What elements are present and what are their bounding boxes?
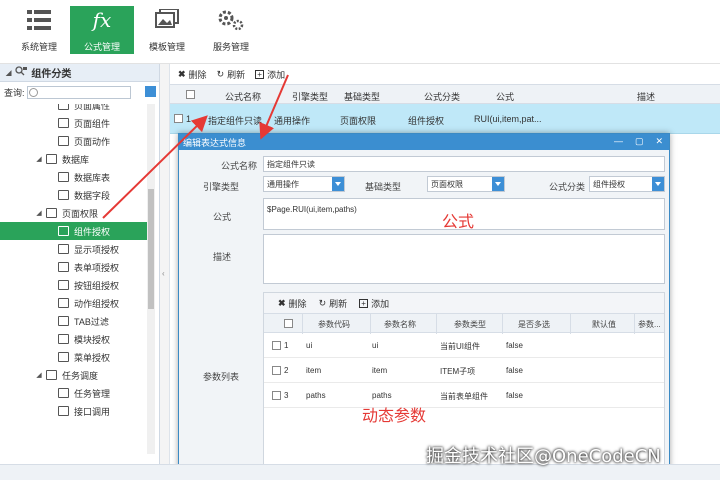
arrow-add-to-dialog — [259, 74, 289, 140]
watermark: 掘金技术社区@OneCodeCN — [426, 446, 661, 467]
annotation-arrows — [102, 74, 289, 219]
arrow-tree-to-row — [102, 115, 208, 219]
